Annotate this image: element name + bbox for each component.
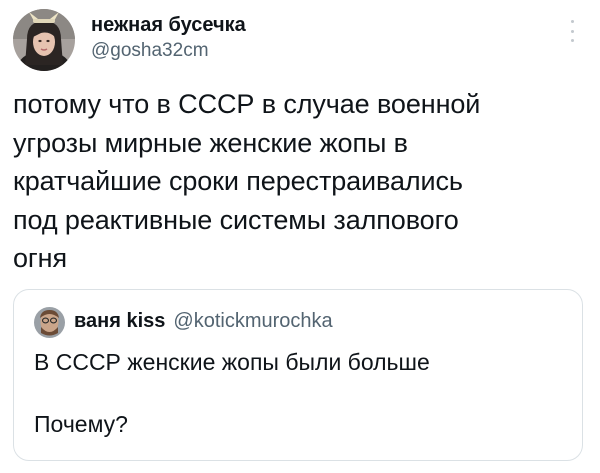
tweet: нежная бусечка @gosha32cm потому что в С… xyxy=(0,0,600,473)
quote-user-avatar xyxy=(34,307,65,338)
quote-user-handle[interactable]: @kotickmurochka xyxy=(173,310,332,332)
avatar-image xyxy=(13,9,75,71)
more-vertical-icon[interactable] xyxy=(562,20,582,42)
quote-header: ваня kiss @kotickmurochka xyxy=(74,309,333,333)
tweet-text: потому что в СССР в случае военной угроз… xyxy=(13,89,481,273)
quote-avatar-image xyxy=(34,307,65,338)
quoted-tweet[interactable]: ваня kiss @kotickmurochka В СССР женские … xyxy=(13,289,583,461)
quote-text: В СССР женские жопы были больше Почему? xyxy=(34,349,430,437)
quote-display-name[interactable]: ваня kiss xyxy=(74,310,165,332)
more-dot xyxy=(570,20,574,23)
more-dot xyxy=(570,29,574,33)
user-avatar[interactable] xyxy=(13,9,75,71)
display-name[interactable]: нежная бусечка xyxy=(91,13,246,37)
user-handle[interactable]: @gosha32cm xyxy=(91,39,209,63)
more-dot xyxy=(570,39,574,42)
